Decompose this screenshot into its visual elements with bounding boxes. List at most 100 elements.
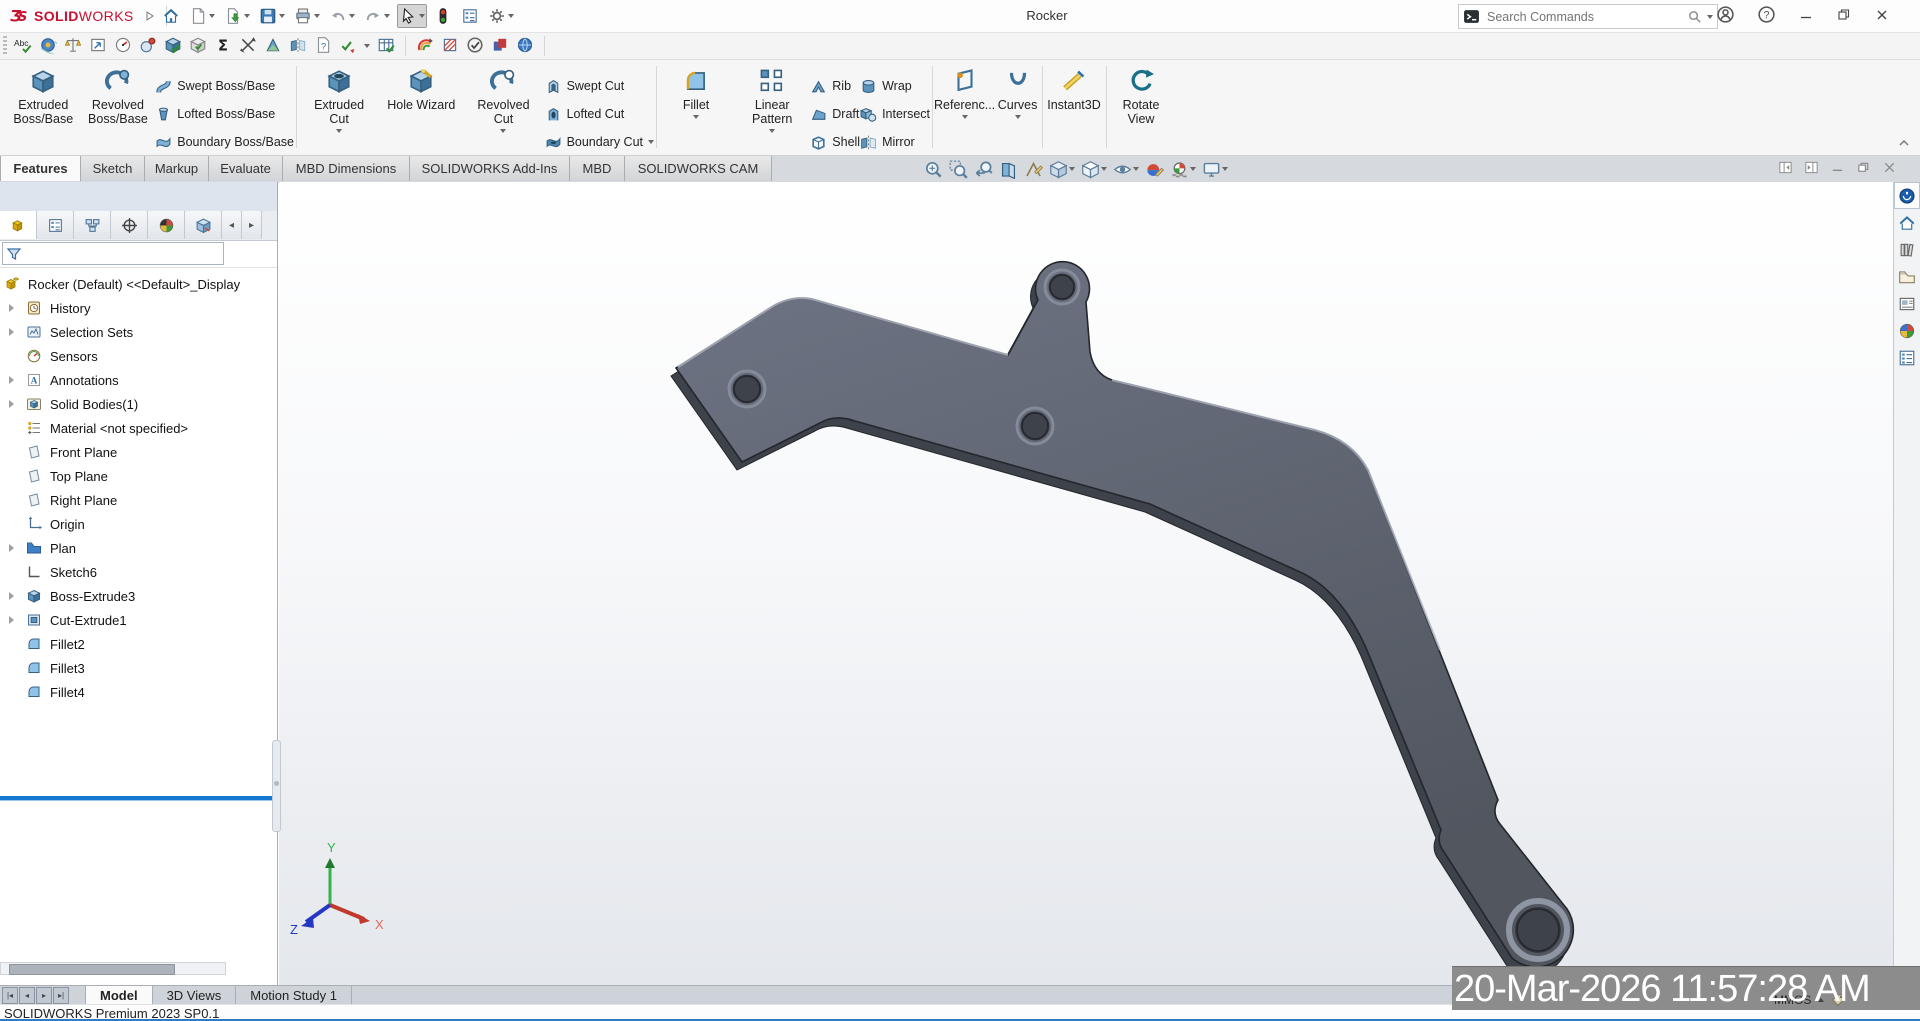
tree-item-fillet3[interactable]: Fillet3 bbox=[0, 656, 277, 680]
tree-item-front-plane[interactable]: Front Plane bbox=[0, 440, 277, 464]
extruded-cut-button[interactable]: Extruded Cut bbox=[298, 60, 380, 147]
tree-item-cut-extrude1[interactable]: Cut-Extrude1 bbox=[0, 608, 277, 632]
options-list-button[interactable] bbox=[459, 4, 481, 28]
rib-button[interactable]: Rib bbox=[810, 72, 860, 100]
threedexperience-button[interactable] bbox=[1894, 182, 1920, 209]
logo-flyout-arrow-icon[interactable] bbox=[146, 11, 154, 21]
mirror-button[interactable]: Mirror bbox=[860, 128, 930, 156]
dropdown-arrow-icon[interactable] bbox=[279, 14, 285, 18]
check-circle-button[interactable] bbox=[466, 36, 484, 57]
pin-globe-button[interactable] bbox=[139, 36, 157, 57]
swept-cut-button[interactable]: Swept Cut bbox=[545, 72, 654, 100]
panel-tab-scroll-right[interactable]: ▸ bbox=[242, 211, 262, 239]
orbit-button[interactable] bbox=[39, 36, 57, 57]
expand-arrow-icon[interactable] bbox=[9, 592, 14, 600]
print-button[interactable] bbox=[292, 4, 322, 28]
doc-restore-button[interactable] bbox=[1856, 160, 1871, 178]
tree-item-annotations[interactable]: AAnnotations bbox=[0, 368, 277, 392]
boundary-boss-button[interactable]: Boundary Boss/Base bbox=[155, 128, 294, 156]
rollback-bar[interactable] bbox=[0, 796, 278, 800]
redo-button[interactable] bbox=[362, 4, 392, 28]
instant3d-button[interactable]: Instant3D bbox=[1044, 60, 1104, 147]
expand-arrow-icon[interactable] bbox=[9, 304, 14, 312]
wrap-button[interactable]: Wrap bbox=[860, 72, 930, 100]
dropdown-arrow-icon[interactable] bbox=[1222, 167, 1228, 171]
doc-minimize-button[interactable] bbox=[1830, 160, 1845, 178]
section-analysis-button[interactable] bbox=[416, 36, 434, 57]
tree-item-fillet2[interactable]: Fillet2 bbox=[0, 632, 277, 656]
nav-first-button[interactable]: |◂ bbox=[2, 987, 18, 1004]
feature-manager-tab[interactable] bbox=[0, 211, 37, 239]
edit-appearance-button[interactable] bbox=[1143, 159, 1166, 180]
move-arrows-button[interactable] bbox=[239, 36, 257, 57]
nav-prev-button[interactable]: ◂ bbox=[19, 987, 35, 1004]
dimxpert-manager-tab[interactable] bbox=[111, 211, 148, 239]
cube-verify-button[interactable] bbox=[189, 36, 207, 57]
panel-splitter[interactable] bbox=[272, 740, 281, 832]
tree-item-selection-sets[interactable]: Selection Sets bbox=[0, 320, 277, 344]
dropdown-arrow-icon[interactable] bbox=[962, 115, 968, 119]
tree-item-material-not-specified-[interactable]: Material <not specified> bbox=[0, 416, 277, 440]
sync-globe-button[interactable] bbox=[516, 36, 534, 57]
previous-view-button[interactable] bbox=[972, 159, 995, 180]
performance-button[interactable] bbox=[114, 36, 132, 57]
compare-button[interactable] bbox=[491, 36, 509, 57]
linear-pattern-button[interactable]: Linear Pattern bbox=[734, 60, 810, 147]
tree-horizontal-scrollbar[interactable] bbox=[0, 962, 226, 975]
home-button[interactable] bbox=[160, 4, 182, 28]
window-restore-button[interactable] bbox=[1836, 7, 1852, 26]
bottom-tab-3d-views[interactable]: 3D Views bbox=[153, 986, 237, 1005]
rotate-view-button[interactable]: Rotate View bbox=[1108, 60, 1174, 147]
dropdown-arrow-icon[interactable] bbox=[648, 140, 654, 144]
tree-item-origin[interactable]: Origin bbox=[0, 512, 277, 536]
display-manager-tab[interactable] bbox=[148, 211, 185, 239]
tab-sketch[interactable]: Sketch bbox=[81, 156, 145, 181]
reference-geometry-button[interactable]: Referenc... bbox=[934, 60, 995, 147]
settings-gear-button[interactable] bbox=[486, 4, 516, 28]
graphics-viewport[interactable] bbox=[279, 182, 1893, 985]
dropdown-arrow-icon[interactable] bbox=[500, 129, 506, 133]
tree-item-sketch6[interactable]: Sketch6 bbox=[0, 560, 277, 584]
design-library-button[interactable] bbox=[1894, 236, 1920, 263]
tab-solidworks-cam[interactable]: SOLIDWORKS CAM bbox=[625, 156, 772, 181]
shell-button[interactable]: Shell bbox=[810, 128, 860, 156]
tree-item-sensors[interactable]: Sensors bbox=[0, 344, 277, 368]
configuration-manager-tab[interactable] bbox=[74, 211, 111, 239]
collapse-left-button[interactable] bbox=[1778, 160, 1793, 178]
hide-show-items-button[interactable] bbox=[1111, 159, 1141, 180]
tree-filter-input[interactable] bbox=[2, 242, 224, 265]
tab-mbd[interactable]: MBD bbox=[570, 156, 625, 181]
expand-arrow-icon[interactable] bbox=[9, 544, 14, 552]
undo-button[interactable] bbox=[327, 4, 357, 28]
dropdown-arrow-icon[interactable] bbox=[1069, 167, 1075, 171]
apply-scene-button[interactable] bbox=[1168, 159, 1198, 180]
revolved-cut-button[interactable]: Revolved Cut bbox=[462, 60, 544, 147]
tree-item-fillet4[interactable]: Fillet4 bbox=[0, 680, 277, 704]
dropdown-arrow-icon[interactable] bbox=[209, 14, 215, 18]
view-orientation-button[interactable] bbox=[1047, 159, 1077, 180]
expand-arrow-icon[interactable] bbox=[9, 616, 14, 624]
intersect-button[interactable]: Intersect bbox=[860, 100, 930, 128]
draft-button[interactable]: Draft bbox=[810, 100, 860, 128]
expand-arrow-icon[interactable] bbox=[9, 400, 14, 408]
symmetry-check-button[interactable] bbox=[289, 36, 307, 57]
dropdown-arrow-icon[interactable] bbox=[314, 14, 320, 18]
search-input[interactable] bbox=[1485, 9, 1682, 25]
tree-root-item[interactable]: Rocker (Default) <<Default>_Display bbox=[0, 272, 277, 296]
dropdown-arrow-icon[interactable] bbox=[1101, 167, 1107, 171]
zoom-fit-button[interactable] bbox=[922, 159, 945, 180]
lofted-cut-button[interactable]: Lofted Cut bbox=[545, 100, 654, 128]
annotation-view-button[interactable] bbox=[1022, 159, 1045, 180]
search-dropdown-icon[interactable] bbox=[1707, 15, 1713, 19]
bottom-tab-motion-study-1[interactable]: Motion Study 1 bbox=[236, 986, 352, 1005]
dropdown-arrow-icon[interactable] bbox=[384, 14, 390, 18]
expand-arrow-icon[interactable] bbox=[9, 328, 14, 336]
draft-analysis-button[interactable] bbox=[264, 36, 282, 57]
open-button[interactable] bbox=[222, 4, 252, 28]
expand-arrow-icon[interactable] bbox=[9, 376, 14, 384]
appearances-scenes-button[interactable] bbox=[1894, 317, 1920, 344]
nav-last-button[interactable]: ▸| bbox=[53, 987, 69, 1004]
view-settings-button[interactable] bbox=[1200, 159, 1230, 180]
import-box-button[interactable] bbox=[89, 36, 107, 57]
tree-item-right-plane[interactable]: Right Plane bbox=[0, 488, 277, 512]
